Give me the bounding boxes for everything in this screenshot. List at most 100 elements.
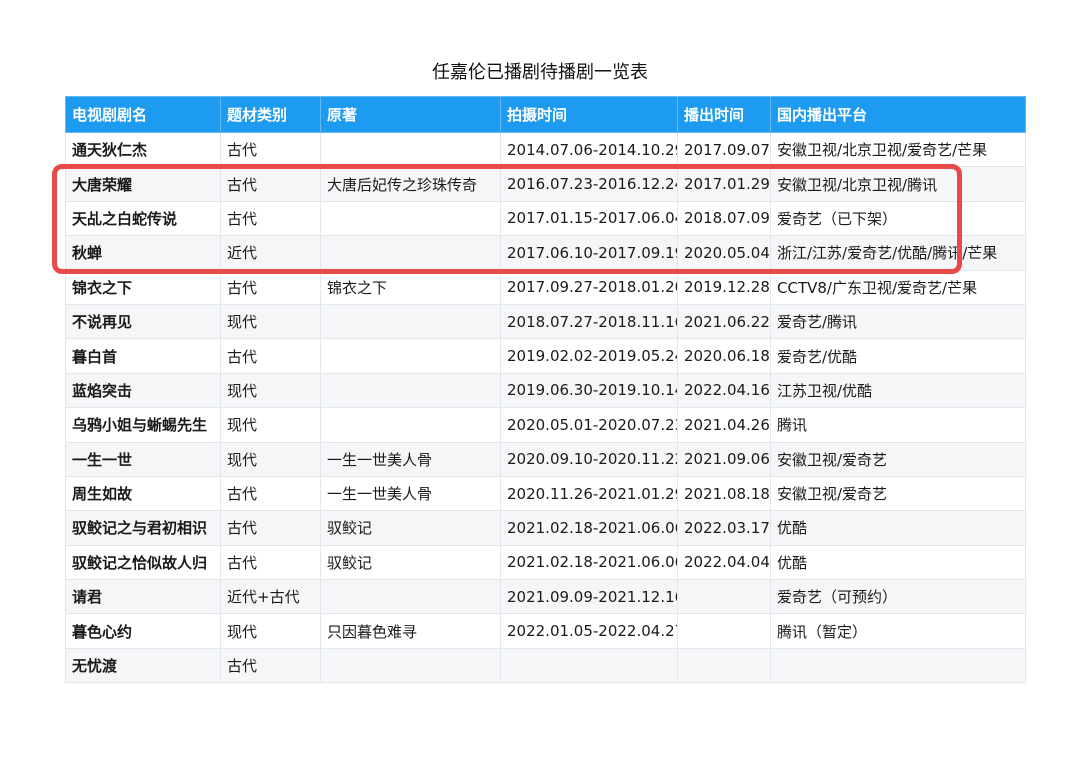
cell-source [320, 372, 501, 409]
cell-title: 天乩之白蛇传说 [65, 200, 221, 237]
cell-filming: 2014.07.06-2014.10.29 [500, 131, 678, 168]
cell-source [320, 200, 501, 237]
cell-airdate: 2021.06.22 [677, 303, 771, 340]
cell-platform: 爱奇艺/优酷 [770, 338, 1026, 374]
cell-title: 通天狄仁杰 [65, 131, 221, 168]
cell-title: 不说再见 [65, 303, 221, 340]
table-header-row: 电视剧剧名 题材类别 原著 拍摄时间 播出时间 国内播出平台 [65, 96, 1026, 133]
cell-title: 无忧渡 [65, 647, 221, 684]
cell-filming: 2018.07.27-2018.11.16 [500, 303, 678, 340]
column-header-source: 原著 [320, 96, 501, 133]
cell-filming: 2022.01.05-2022.04.27 [500, 613, 678, 649]
cell-title: 暮白首 [65, 338, 221, 374]
drama-table: 电视剧剧名 题材类别 原著 拍摄时间 播出时间 国内播出平台 通天狄仁杰 古代 20… [65, 96, 1026, 684]
cell-airdate: 2022.03.17 [677, 510, 771, 546]
table-row: 一生一世 现代 一生一世美人骨 2020.09.10-2020.11.22 2021.0… [65, 441, 1026, 477]
cell-filming: 2021.02.18-2021.06.06 [500, 510, 678, 546]
cell-source [320, 407, 501, 443]
cell-title: 请君 [65, 579, 221, 615]
table-row: 天乩之白蛇传说 古代 2017.01.15-2017.06.04 2018.07.09… [65, 200, 1026, 237]
cell-airdate [677, 647, 771, 684]
cell-filming: 2021.02.18-2021.06.06 [500, 544, 678, 581]
column-header-title: 电视剧剧名 [65, 96, 221, 133]
cell-genre: 古代 [220, 647, 321, 684]
cell-airdate: 2022.04.04 [677, 544, 771, 581]
cell-title: 暮色心约 [65, 613, 221, 649]
table-row: 通天狄仁杰 古代 2014.07.06-2014.10.29 2017.09.07 安徽… [65, 131, 1026, 168]
cell-platform: 安徽卫视/北京卫视/腾讯 [770, 166, 1026, 202]
table-row: 暮白首 古代 2019.02.02-2019.05.24 2020.06.18 爱奇艺/… [65, 338, 1026, 374]
cell-title: 大唐荣耀 [65, 166, 221, 202]
column-header-airdate: 播出时间 [677, 96, 771, 133]
column-header-platform: 国内播出平台 [770, 96, 1026, 133]
table-row: 不说再见 现代 2018.07.27-2018.11.16 2021.06.22 爱奇艺… [65, 303, 1026, 340]
cell-genre: 近代+古代 [220, 579, 321, 615]
cell-title: 蓝焰突击 [65, 372, 221, 409]
cell-title: 周生如故 [65, 475, 221, 512]
table-row: 大唐荣耀 古代 大唐后妃传之珍珠传奇 2016.07.23-2016.12.24 201… [65, 166, 1026, 202]
cell-airdate [677, 613, 771, 649]
table-row: 暮色心约 现代 只因暮色难寻 2022.01.05-2022.04.27 腾讯（暂定） [65, 613, 1026, 649]
cell-platform: 江苏卫视/优酷 [770, 372, 1026, 409]
column-header-filming: 拍摄时间 [500, 96, 678, 133]
cell-title: 乌鸦小姐与蜥蜴先生 [65, 407, 221, 443]
table-row: 驭鲛记之与君初相识 古代 驭鲛记 2021.02.18-2021.06.06 2022.… [65, 510, 1026, 546]
cell-airdate [677, 579, 771, 615]
cell-filming: 2017.09.27-2018.01.20 [500, 269, 678, 305]
cell-platform: 腾讯 [770, 407, 1026, 443]
cell-genre: 古代 [220, 131, 321, 168]
cell-platform: 安徽卫视/爱奇艺 [770, 475, 1026, 512]
cell-filming [500, 647, 678, 684]
cell-title: 驭鲛记之恰似故人归 [65, 544, 221, 581]
cell-filming: 2020.09.10-2020.11.22 [500, 441, 678, 477]
cell-title: 驭鲛记之与君初相识 [65, 510, 221, 546]
cell-genre: 现代 [220, 303, 321, 340]
cell-source [320, 338, 501, 374]
cell-genre: 古代 [220, 510, 321, 546]
cell-platform: CCTV8/广东卫视/爱奇艺/芒果 [770, 269, 1026, 305]
cell-filming: 2020.05.01-2020.07.23 [500, 407, 678, 443]
cell-airdate: 2017.09.07 [677, 131, 771, 168]
cell-airdate: 2021.09.06 [677, 441, 771, 477]
table-row: 秋蝉 近代 2017.06.10-2017.09.19 2020.05.04 浙江/江苏… [65, 235, 1026, 271]
cell-genre: 现代 [220, 441, 321, 477]
table-row: 驭鲛记之恰似故人归 古代 驭鲛记 2021.02.18-2021.06.06 2022.… [65, 544, 1026, 581]
cell-filming: 2016.07.23-2016.12.24 [500, 166, 678, 202]
cell-genre: 现代 [220, 407, 321, 443]
cell-platform [770, 647, 1026, 684]
cell-filming: 2017.06.10-2017.09.19 [500, 235, 678, 271]
cell-platform: 浙江/江苏/爱奇艺/优酷/腾讯/芒果 [770, 235, 1026, 271]
cell-filming: 2019.02.02-2019.05.24 [500, 338, 678, 374]
cell-source: 只因暮色难寻 [320, 613, 501, 649]
cell-airdate: 2018.07.09 [677, 200, 771, 237]
table-row: 蓝焰突击 现代 2019.06.30-2019.10.14 2022.04.16 江苏卫… [65, 372, 1026, 409]
cell-platform: 安徽卫视/北京卫视/爱奇艺/芒果 [770, 131, 1026, 168]
cell-genre: 古代 [220, 166, 321, 202]
cell-source: 驭鲛记 [320, 510, 501, 546]
cell-source [320, 235, 501, 271]
cell-source [320, 303, 501, 340]
cell-platform: 爱奇艺（可预约） [770, 579, 1026, 615]
table-row: 请君 近代+古代 2021.09.09-2021.12.16 爱奇艺（可预约） [65, 579, 1026, 615]
cell-platform: 爱奇艺（已下架） [770, 200, 1026, 237]
cell-source [320, 579, 501, 615]
cell-airdate: 2020.06.18 [677, 338, 771, 374]
cell-source: 锦衣之下 [320, 269, 501, 305]
table-row: 周生如故 古代 一生一世美人骨 2020.11.26-2021.01.29 2021.0… [65, 475, 1026, 512]
cell-genre: 古代 [220, 269, 321, 305]
cell-filming: 2020.11.26-2021.01.29 [500, 475, 678, 512]
cell-source: 一生一世美人骨 [320, 441, 501, 477]
cell-title: 秋蝉 [65, 235, 221, 271]
column-header-genre: 题材类别 [220, 96, 321, 133]
cell-filming: 2021.09.09-2021.12.16 [500, 579, 678, 615]
cell-airdate: 2021.08.18 [677, 475, 771, 512]
cell-platform: 腾讯（暂定） [770, 613, 1026, 649]
cell-source [320, 131, 501, 168]
cell-airdate: 2019.12.28 [677, 269, 771, 305]
cell-title: 锦衣之下 [65, 269, 221, 305]
table-row: 无忧渡 古代 [65, 647, 1026, 684]
cell-genre: 古代 [220, 200, 321, 237]
cell-airdate: 2017.01.29 [677, 166, 771, 202]
cell-genre: 古代 [220, 338, 321, 374]
cell-genre: 古代 [220, 544, 321, 581]
